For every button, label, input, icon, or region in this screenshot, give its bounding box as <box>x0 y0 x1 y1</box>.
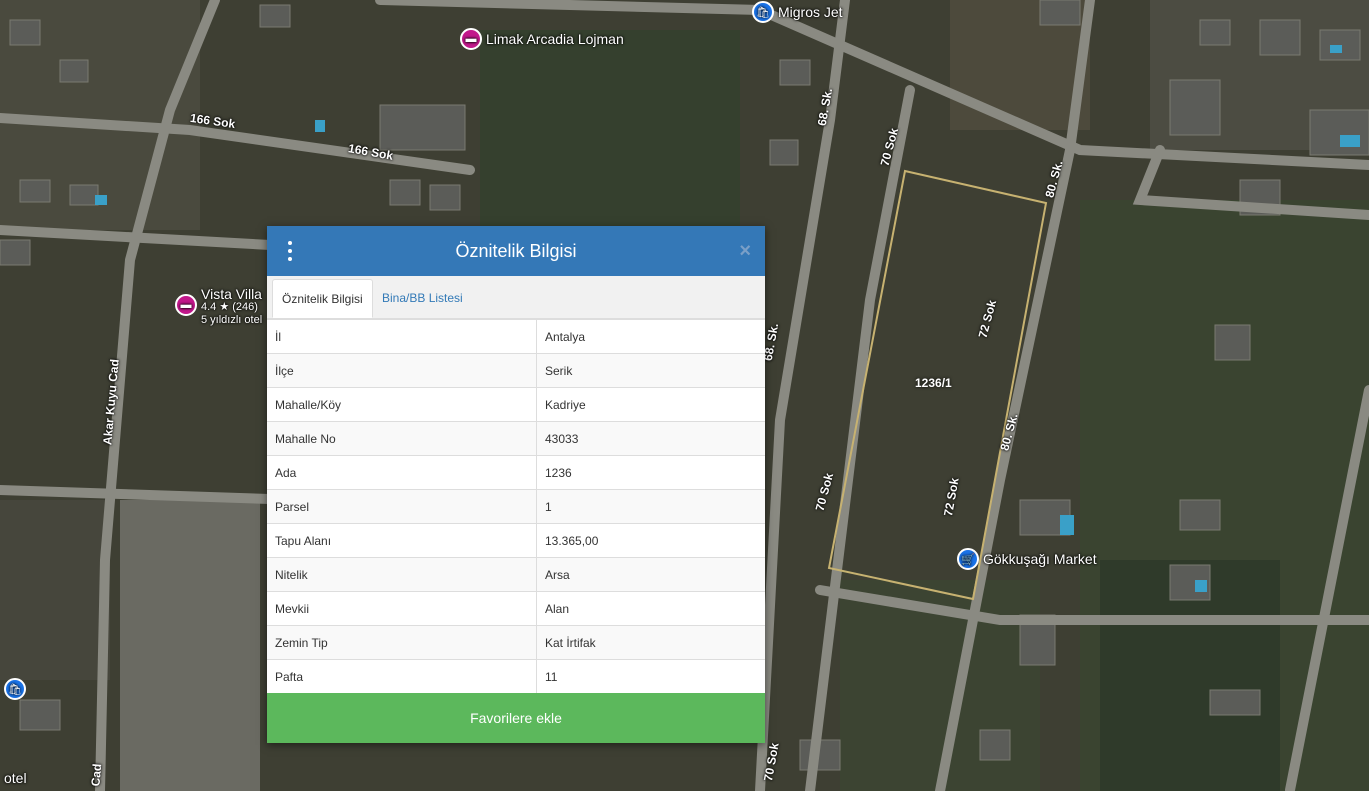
attribute-value: 1 <box>536 489 765 524</box>
attribute-key: Pafta <box>267 659 537 693</box>
table-row: Mahalle/Köy Kadriye <box>267 387 765 422</box>
poi-vista-villa[interactable]: ▬ Vista Villa 4.4 ★ (246) 5 yıldızlı ote… <box>175 286 263 327</box>
attribute-key: Ada <box>267 455 537 490</box>
attribute-panel: Öznitelik Bilgisi × Öznitelik Bilgisi Bi… <box>267 226 765 743</box>
poi-label: Migros Jet <box>778 4 843 20</box>
attribute-value: Kadriye <box>536 387 765 422</box>
cart-icon: 🛒 <box>957 548 979 570</box>
close-icon[interactable]: × <box>739 240 751 262</box>
table-row: Mevkii Alan <box>267 591 765 626</box>
attribute-value: 43033 <box>536 421 765 456</box>
poi-otel[interactable]: otel <box>4 770 27 786</box>
poi-gokkusagi-market[interactable]: 🛒 Gökkuşağı Market <box>957 548 1097 570</box>
poi-migros-jet[interactable]: 🛍 Migros Jet <box>752 1 843 23</box>
attribute-key: İl <box>267 319 537 354</box>
poi-label: Limak Arcadia Lojman <box>486 31 624 47</box>
table-row: Mahalle No 43033 <box>267 421 765 456</box>
attribute-value: Alan <box>536 591 765 626</box>
attribute-value: Kat İrtifak <box>536 625 765 660</box>
shopping-icon: 🛍 <box>752 1 774 23</box>
attribute-value: 13.365,00 <box>536 523 765 558</box>
table-row: Pafta 11 <box>267 659 765 693</box>
poi-type: 5 yıldızlı otel <box>201 314 263 326</box>
table-row: Zemin Tip Kat İrtifak <box>267 625 765 660</box>
hotel-icon: ▬ <box>175 294 197 316</box>
attribute-key: İlçe <box>267 353 537 388</box>
attribute-key: Parsel <box>267 489 537 524</box>
table-row: Tapu Alanı 13.365,00 <box>267 523 765 558</box>
poi-label: Vista Villa <box>201 286 262 302</box>
table-row: İlçe Serik <box>267 353 765 388</box>
attribute-value: 11 <box>536 659 765 693</box>
table-row: Parsel 1 <box>267 489 765 524</box>
tab-bar: Öznitelik Bilgisi Bina/BB Listesi <box>267 276 765 319</box>
attribute-value: Serik <box>536 353 765 388</box>
attribute-value: Arsa <box>536 557 765 592</box>
table-row: Nitelik Arsa <box>267 557 765 592</box>
poi-limak-arcadia[interactable]: ▬ Limak Arcadia Lojman <box>460 28 624 50</box>
attribute-key: Mahalle/Köy <box>267 387 537 422</box>
table-row: Ada 1236 <box>267 455 765 490</box>
attribute-value: Antalya <box>536 319 765 354</box>
parcel-label: 1236/1 <box>915 376 952 390</box>
tab-building-list[interactable]: Bina/BB Listesi <box>373 279 472 318</box>
poi-label: Gökkuşağı Market <box>983 551 1097 567</box>
panel-title: Öznitelik Bilgisi <box>455 241 577 261</box>
attribute-table: İl Antalya İlçe Serik Mahalle/Köy Kadriye Maha… <box>267 319 765 693</box>
attribute-key: Zemin Tip <box>267 625 537 660</box>
shopping-icon: 🛍 <box>4 678 26 700</box>
panel-header: Öznitelik Bilgisi × <box>267 226 765 276</box>
hotel-icon: ▬ <box>460 28 482 50</box>
table-row: İl Antalya <box>267 319 765 354</box>
road-label-cad: Cad <box>88 763 105 787</box>
attribute-value: 1236 <box>536 455 765 490</box>
tab-attribute-info[interactable]: Öznitelik Bilgisi <box>272 279 373 318</box>
attribute-key: Nitelik <box>267 557 537 592</box>
poi-label: otel <box>4 770 27 786</box>
attribute-key: Mahalle No <box>267 421 537 456</box>
attribute-key: Mevkii <box>267 591 537 626</box>
add-to-favorites-button[interactable]: Favorilere ekle <box>267 693 765 743</box>
poi-rating: 4.4 ★ (246) <box>201 301 258 313</box>
poi-left-shopping[interactable]: 🛍 <box>4 678 26 700</box>
attribute-key: Tapu Alanı <box>267 523 537 558</box>
